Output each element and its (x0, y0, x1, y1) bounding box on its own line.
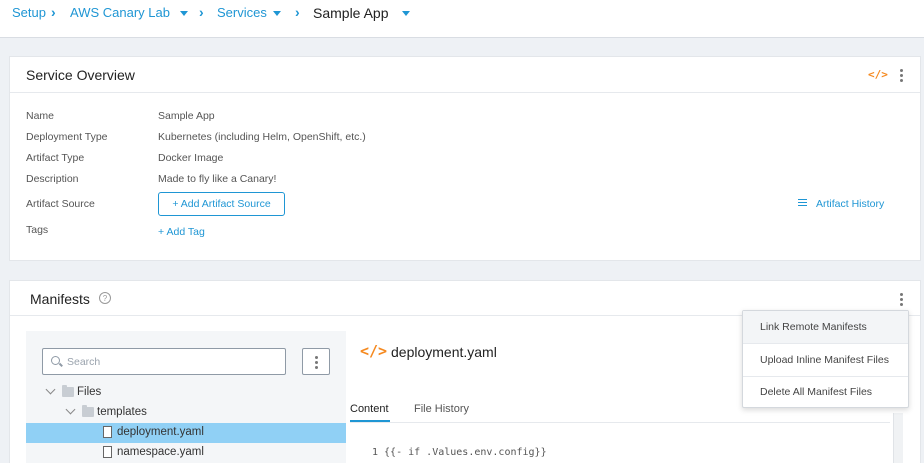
tree-item-templates[interactable]: templates (26, 403, 346, 423)
chevron-right-icon: › (199, 4, 204, 20)
menu-item-link-remote-manifests[interactable]: Link Remote Manifests (743, 311, 908, 343)
tree-item-files[interactable]: Files (26, 383, 346, 403)
folder-icon (82, 405, 94, 417)
field-value-name: Sample App (158, 110, 215, 122)
field-label-artifact-source: Artifact Source (26, 198, 95, 210)
tree-label: deployment.yaml (117, 426, 204, 438)
search-icon (51, 356, 60, 365)
service-overview-card: Service Overview </> Name Sample App Dep… (9, 56, 921, 261)
add-tag-link[interactable]: + Add Tag (158, 226, 205, 238)
search-input[interactable] (67, 353, 277, 370)
breadcrumb-app[interactable]: AWS Canary Lab (70, 5, 170, 20)
code-icon: </> (360, 342, 388, 360)
breadcrumb-setup[interactable]: Setup (12, 5, 46, 20)
file-icon (103, 426, 112, 438)
editor-scrollbar[interactable] (893, 413, 903, 463)
breadcrumb-current-service: Sample App (313, 5, 389, 21)
field-value-artifact-type: Docker Image (158, 152, 224, 164)
field-label-deployment-type: Deployment Type (26, 131, 108, 143)
breadcrumb-services[interactable]: Services (217, 5, 267, 20)
chevron-right-icon: › (295, 4, 300, 20)
tab-file-history[interactable]: File History (414, 403, 469, 415)
chevron-down-icon[interactable] (65, 404, 76, 415)
tree-label: Files (77, 386, 102, 398)
search-field[interactable] (42, 348, 286, 375)
field-label-description: Description (26, 173, 79, 185)
chevron-right-icon: › (51, 4, 56, 20)
service-overview-title: Service Overview (26, 67, 135, 83)
code-icon[interactable]: </> (868, 68, 888, 81)
tab-content[interactable]: Content (350, 403, 389, 415)
chevron-down-icon[interactable] (45, 384, 56, 395)
manifest-file-tree: Files templates deployment.yaml namespac… (26, 331, 346, 463)
tree-options-button[interactable] (302, 348, 330, 375)
tree-label: templates (97, 406, 147, 418)
chevron-down-icon[interactable] (402, 11, 410, 16)
artifact-history-link[interactable]: Artifact History (816, 198, 884, 210)
add-artifact-source-button[interactable]: + Add Artifact Source (158, 192, 285, 216)
field-value-deployment-type: Kubernetes (including Helm, OpenShift, e… (158, 131, 366, 143)
kebab-icon (315, 356, 319, 371)
file-icon (103, 446, 112, 458)
tree-label: namespace.yaml (117, 446, 204, 458)
tree-item-deployment-yaml[interactable]: deployment.yaml (26, 423, 346, 443)
field-label-artifact-type: Artifact Type (26, 152, 85, 164)
breadcrumb: Setup › AWS Canary Lab › Services › Samp… (0, 0, 924, 38)
kebab-icon[interactable] (900, 293, 904, 308)
code-editor[interactable]: 1 {{- if .Values.env.config}} (350, 423, 890, 463)
divider (10, 92, 920, 93)
file-title: deployment.yaml (391, 344, 497, 360)
field-label-tags: Tags (26, 224, 49, 236)
kebab-icon[interactable] (900, 69, 904, 84)
menu-item-delete-all-manifest-files[interactable]: Delete All Manifest Files (743, 376, 908, 408)
chevron-down-icon[interactable] (180, 11, 188, 16)
manifests-title: Manifests (30, 291, 90, 307)
menu-item-upload-inline-manifest-files[interactable]: Upload Inline Manifest Files (743, 344, 908, 376)
tree-item-namespace-yaml[interactable]: namespace.yaml (26, 443, 346, 463)
field-value-description: Made to fly like a Canary! (158, 173, 277, 185)
help-icon[interactable]: ? (99, 292, 111, 304)
chevron-down-icon[interactable] (273, 11, 281, 16)
list-icon (798, 199, 807, 208)
field-label-name: Name (26, 110, 55, 122)
manifests-options-menu: Link Remote Manifests Upload Inline Mani… (742, 310, 909, 408)
code-line: 1 {{- if .Values.env.config}} (372, 447, 547, 458)
folder-icon (62, 385, 74, 397)
